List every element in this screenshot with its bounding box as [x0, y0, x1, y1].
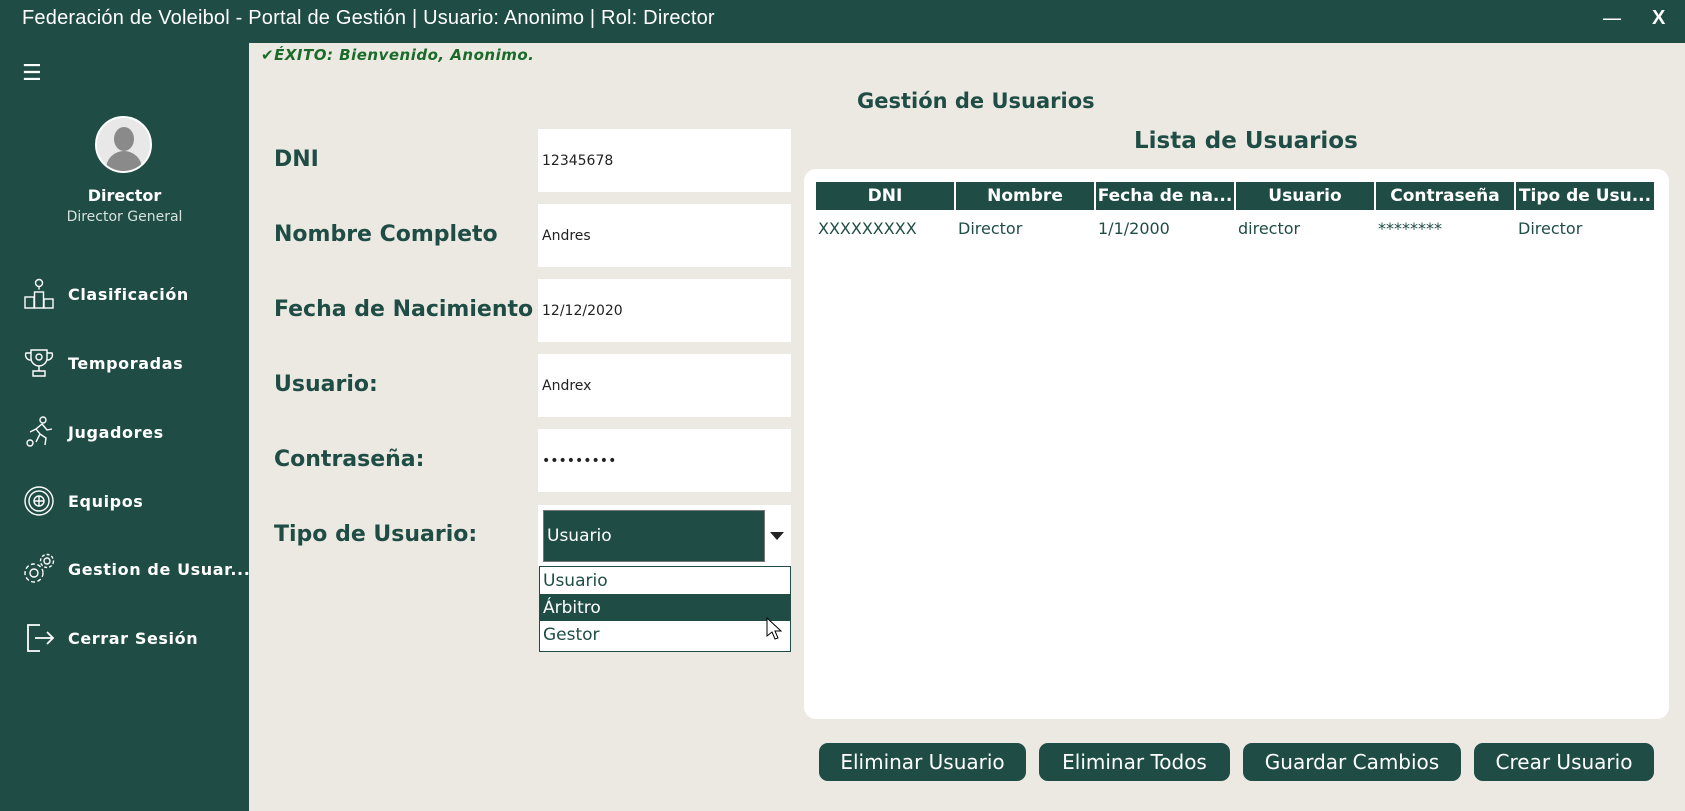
create-user-button[interactable]: Crear Usuario	[1474, 743, 1654, 781]
table-cell: Director	[958, 219, 1023, 238]
gears-icon	[24, 553, 55, 583]
fecha-label: Fecha de Nacimiento	[274, 297, 534, 322]
fecha-field[interactable]	[538, 279, 791, 342]
sidebar-item-label: Clasificación	[68, 284, 189, 304]
dropdown-option[interactable]: Gestor	[540, 621, 790, 648]
sidebar-item-clasificacion[interactable]: Clasificación	[22, 274, 242, 314]
table-row[interactable]: XXXXXXXXX Director 1/1/2000 director ***…	[816, 219, 1656, 238]
column-header-usuario[interactable]: Usuario	[1236, 182, 1376, 210]
usuario-label: Usuario:	[274, 372, 378, 397]
podium-icon	[24, 278, 54, 309]
sidebar-item-label: Jugadores	[68, 422, 164, 442]
nombre-label: Nombre Completo	[274, 222, 498, 247]
sidebar-item-jugadores[interactable]: Jugadores	[22, 412, 242, 452]
sidebar-item-temporadas[interactable]: Temporadas	[22, 343, 242, 383]
tipo-select-value[interactable]: Usuario	[543, 510, 765, 562]
dni-field[interactable]	[538, 129, 791, 192]
table-cell: Director	[1518, 219, 1583, 238]
profile-name: Director	[87, 186, 162, 205]
table-cell: director	[1238, 219, 1301, 238]
password-label: Contraseña:	[274, 447, 425, 472]
window-title: Federación de Voleibol - Portal de Gesti…	[22, 7, 715, 29]
column-header-fecha[interactable]: Fecha de na...	[1096, 182, 1236, 210]
page-title: Gestión de Usuarios	[857, 89, 1095, 113]
sidebar-item-label: Gestion de Usuar...	[68, 559, 251, 579]
avatar	[95, 116, 152, 173]
column-header-tipo[interactable]: Tipo de Usu...	[1516, 182, 1656, 210]
profile-role: Director General	[66, 209, 183, 225]
success-message: ✔ÉXITO: Bienvenido, Anonimo.	[261, 46, 535, 64]
dropdown-option[interactable]: Árbitro	[540, 594, 790, 621]
dropdown-option[interactable]: Usuario	[540, 567, 790, 594]
column-header-dni[interactable]: DNI	[816, 182, 956, 210]
sidebar-item-equipos[interactable]: Equipos	[22, 481, 242, 521]
player-icon	[26, 416, 53, 447]
sidebar-item-label: Cerrar Sesión	[68, 628, 199, 648]
usuario-field[interactable]	[538, 354, 791, 417]
close-button[interactable]: X	[1652, 7, 1665, 30]
minimize-button[interactable]: —	[1602, 6, 1622, 30]
column-header-nombre[interactable]: Nombre	[956, 182, 1096, 210]
table-cell: ********	[1378, 219, 1442, 238]
sidebar-item-label: Temporadas	[68, 353, 184, 373]
list-title: Lista de Usuarios	[1134, 128, 1358, 154]
save-changes-button[interactable]: Guardar Cambios	[1243, 743, 1461, 781]
sidebar: ☰ Director Director General Clasificació…	[0, 43, 250, 811]
table-header: DNI Nombre Fecha de na... Usuario Contra…	[816, 182, 1656, 210]
column-header-contrasena[interactable]: Contraseña	[1376, 182, 1516, 210]
title-bar: Federación de Voleibol - Portal de Gesti…	[0, 0, 1685, 43]
table-cell: XXXXXXXXX	[818, 219, 917, 238]
sidebar-item-label: Equipos	[68, 491, 144, 511]
table-cell: 1/1/2000	[1098, 219, 1170, 238]
tipo-label: Tipo de Usuario:	[274, 522, 478, 547]
tipo-dropdown-list: Usuario Árbitro Gestor	[539, 566, 791, 652]
mouse-cursor-icon	[766, 617, 782, 640]
tipo-select[interactable]: Usuario	[538, 505, 791, 567]
trophy-icon	[24, 349, 54, 377]
nombre-field[interactable]	[538, 204, 791, 267]
delete-user-button[interactable]: Eliminar Usuario	[819, 743, 1026, 781]
delete-all-button[interactable]: Eliminar Todos	[1039, 743, 1230, 781]
sidebar-item-cerrar-sesion[interactable]: Cerrar Sesión	[22, 618, 242, 658]
chevron-down-icon[interactable]	[766, 510, 788, 562]
logout-icon	[27, 624, 55, 652]
dni-label: DNI	[274, 147, 319, 172]
sidebar-item-gestion-usuarios[interactable]: Gestion de Usuar...	[22, 549, 250, 589]
users-table: DNI Nombre Fecha de na... Usuario Contra…	[804, 169, 1669, 719]
password-field[interactable]	[538, 429, 791, 492]
team-badge-icon	[24, 486, 54, 516]
menu-icon[interactable]: ☰	[22, 61, 42, 86]
